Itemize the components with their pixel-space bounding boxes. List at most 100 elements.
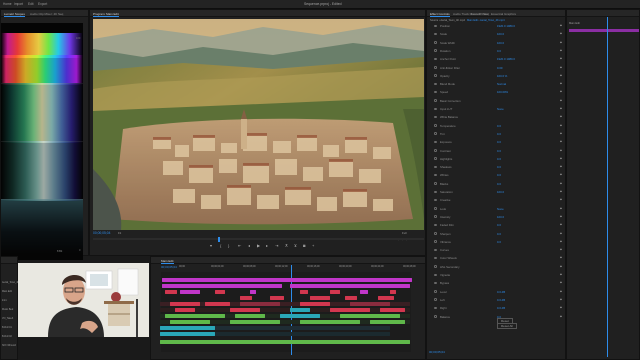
keyframe-toggle-icon[interactable]: ◆ (560, 66, 562, 69)
reset-all-button[interactable]: Reset All (497, 323, 517, 329)
keyframe-toggle-icon[interactable]: ◆ (560, 306, 562, 309)
play-icon[interactable]: ▶ (257, 243, 260, 248)
property-value[interactable]: 100.0 % (497, 74, 507, 78)
timeline-clip[interactable] (180, 290, 200, 294)
stopwatch-icon[interactable] (434, 140, 437, 144)
timeline-clip[interactable] (340, 314, 400, 318)
timeline-clip[interactable] (380, 308, 405, 312)
project-item[interactable]: Main Edit (2, 290, 18, 293)
tab-essential-graphics[interactable]: Essential Graphics (491, 12, 516, 16)
sequence-clip-label[interactable]: Main Edit • Aerial_Town_4K.mp4 (467, 19, 505, 22)
property-value[interactable]: 0.0 (497, 173, 501, 177)
timeline-clip[interactable] (160, 326, 215, 330)
timeline-clip[interactable] (290, 284, 410, 288)
stopwatch-icon[interactable] (434, 149, 437, 152)
tab-effect-controls[interactable]: Effect Controls (430, 12, 450, 17)
stopwatch-icon[interactable] (434, 57, 437, 61)
property-value[interactable]: 0.0 (497, 157, 501, 161)
stopwatch-icon[interactable] (434, 265, 437, 268)
keyframe-toggle-icon[interactable]: ◆ (560, 32, 562, 35)
marker-icon[interactable]: ▾ (210, 243, 212, 248)
stopwatch-icon[interactable] (434, 315, 437, 318)
project-item[interactable]: B-Roll 01 (2, 326, 18, 329)
property-value[interactable]: 0.00 (497, 66, 502, 70)
keyframe-toggle-icon[interactable]: ◆ (560, 223, 562, 226)
settings-icon[interactable]: + (312, 243, 314, 248)
stopwatch-icon[interactable] (434, 41, 437, 44)
timeline-clip[interactable] (330, 290, 340, 294)
keyframe-toggle-icon[interactable]: ◆ (560, 215, 562, 218)
stopwatch-icon[interactable] (434, 215, 437, 218)
stopwatch-icon[interactable] (434, 99, 437, 102)
keyframe-toggle-icon[interactable]: ◆ (560, 132, 562, 135)
nav-import[interactable]: Import (14, 2, 23, 6)
timeline-clip[interactable] (240, 296, 252, 300)
scope-bit-depth[interactable]: 8 Bit (57, 250, 62, 253)
go-to-in-icon[interactable]: ⇤ (238, 243, 241, 248)
stopwatch-icon[interactable] (434, 66, 437, 69)
keyframe-toggle-icon[interactable]: ◆ (560, 90, 562, 93)
property-value[interactable]: 0.0 (497, 140, 501, 144)
stopwatch-icon[interactable] (434, 115, 437, 119)
property-value[interactable]: 1920.0 1080.0 (497, 24, 515, 28)
keyframe-toggle-icon[interactable]: ◆ (560, 173, 562, 176)
program-timecode-in[interactable]: 00;00;05;04 (93, 231, 110, 235)
step-back-icon[interactable]: ◂ (248, 243, 250, 248)
timeline-clip[interactable] (160, 308, 410, 312)
stopwatch-icon[interactable] (434, 298, 437, 301)
property-value[interactable]: 0.0 (497, 124, 501, 128)
property-value[interactable]: 0.0 (497, 182, 501, 186)
project-item[interactable]: B-Roll 02 (2, 335, 18, 338)
timeline-clip[interactable] (370, 320, 405, 324)
keyframe-toggle-icon[interactable]: ◆ (560, 298, 562, 301)
timeline-clip[interactable] (250, 290, 256, 294)
timeline-clip[interactable] (170, 320, 210, 324)
property-value[interactable]: 0.0 (497, 240, 501, 244)
property-value[interactable]: None (497, 207, 504, 211)
stopwatch-icon[interactable] (434, 74, 437, 77)
timeline-clip[interactable] (160, 340, 410, 344)
keyframe-toggle-icon[interactable]: ◆ (560, 74, 562, 77)
tab-main-edit[interactable]: Main Edit (161, 259, 174, 264)
keyframe-toggle-icon[interactable]: ◆ (560, 57, 562, 60)
effect-controls-timecode[interactable]: 00;00;05;04 (429, 350, 445, 354)
step-forward-icon[interactable]: ▸ (266, 243, 268, 248)
stopwatch-icon[interactable] (434, 306, 437, 310)
mini-playhead[interactable] (607, 17, 608, 357)
keyframe-toggle-icon[interactable]: ◆ (560, 182, 562, 185)
nav-edit[interactable]: Edit (28, 2, 34, 6)
property-value[interactable]: Normal (497, 82, 506, 86)
stopwatch-icon[interactable] (434, 273, 437, 276)
keyframe-toggle-icon[interactable]: ◆ (560, 240, 562, 243)
stopwatch-icon[interactable] (434, 157, 437, 160)
timeline-clip[interactable] (160, 332, 215, 336)
keyframe-toggle-icon[interactable]: ◆ (560, 99, 562, 102)
timeline-clip[interactable] (205, 302, 230, 306)
property-value[interactable]: 100.0 (497, 215, 504, 219)
timeline-clip[interactable] (175, 308, 195, 312)
timeline-clip[interactable] (300, 302, 330, 306)
mark-out-icon[interactable]: } (228, 243, 229, 248)
property-value[interactable]: 0.0 (497, 232, 501, 236)
tab-lumetri-scopes[interactable]: Lumetri Scopes (4, 12, 25, 17)
keyframe-toggle-icon[interactable]: ◆ (560, 248, 562, 251)
property-value[interactable]: None (497, 107, 504, 111)
tab-audio-clip-mixer[interactable]: Audio Clip Mixer: 4K Seq (30, 12, 63, 16)
timeline-clip[interactable] (162, 278, 412, 282)
timeline-clip[interactable] (165, 290, 177, 294)
stopwatch-icon[interactable] (434, 49, 437, 52)
mark-in-icon[interactable]: { (220, 243, 221, 248)
timeline-clip[interactable] (390, 290, 396, 294)
timeline-clip[interactable] (165, 314, 225, 318)
keyframe-toggle-icon[interactable]: ◆ (560, 49, 562, 52)
timeline-clip[interactable] (290, 308, 310, 312)
timeline-clip[interactable] (280, 314, 320, 318)
keyframe-toggle-icon[interactable]: ◆ (560, 232, 562, 235)
keyframe-toggle-icon[interactable]: ◆ (560, 190, 562, 193)
timeline-clip[interactable] (345, 296, 357, 300)
keyframe-toggle-icon[interactable]: ◆ (560, 24, 562, 27)
stopwatch-icon[interactable] (434, 32, 437, 36)
stopwatch-icon[interactable] (434, 240, 437, 243)
keyframe-toggle-icon[interactable]: ◆ (560, 265, 562, 268)
nav-home[interactable]: Home (3, 2, 12, 6)
